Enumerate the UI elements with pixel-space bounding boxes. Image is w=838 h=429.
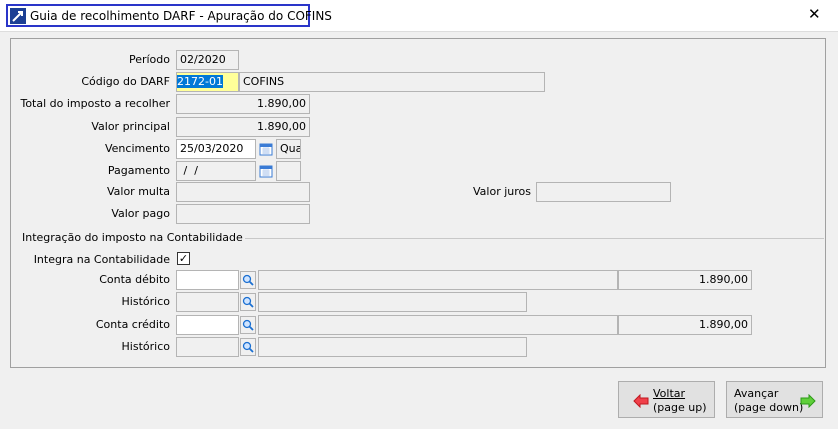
group-label: Integração do imposto na Contabilidade <box>20 231 245 244</box>
credito-amount: 1.890,00 <box>618 315 752 335</box>
periodo-label: Período <box>128 53 170 66</box>
debito-desc <box>258 270 618 290</box>
calendar-icon[interactable] <box>258 162 274 180</box>
voltar-label: Voltar (page up) <box>653 387 707 415</box>
vencimento-weekday: Qua <box>276 139 301 159</box>
hist2-desc <box>258 337 527 357</box>
debito-field[interactable] <box>176 270 239 290</box>
avancar-line1: Avançar <box>734 387 779 400</box>
credito-field[interactable] <box>176 315 239 335</box>
hist2-label: Histórico <box>121 340 170 353</box>
periodo-field: 02/2020 <box>176 50 239 70</box>
hist2-field[interactable] <box>176 337 239 357</box>
pagamento-field[interactable]: / / <box>176 161 256 181</box>
window-title: Guia de recolhimento DARF - Apuração do … <box>30 9 332 23</box>
avancar-line2: (page down) <box>734 401 804 414</box>
codigo-name-field: COFINS <box>239 72 545 92</box>
search-icon[interactable] <box>240 293 256 311</box>
close-button[interactable]: ✕ <box>808 5 821 23</box>
voltar-line1: Voltar <box>653 387 686 400</box>
app-icon <box>10 8 26 24</box>
multa-label: Valor multa <box>106 185 170 198</box>
vencimento-field[interactable]: 25/03/2020 <box>176 139 256 159</box>
vencimento-label: Vencimento <box>104 142 170 155</box>
search-icon[interactable] <box>240 316 256 334</box>
search-icon[interactable] <box>240 338 256 356</box>
pago-field <box>176 204 310 224</box>
hist1-field[interactable] <box>176 292 239 312</box>
arrow-left-icon <box>633 394 649 408</box>
total-field: 1.890,00 <box>176 94 310 114</box>
arrow-right-icon <box>800 394 816 408</box>
pago-label: Valor pago <box>111 207 170 220</box>
integra-checkbox[interactable]: ✓ <box>177 252 190 265</box>
search-icon[interactable] <box>240 271 256 289</box>
credito-label: Conta crédito <box>95 318 170 331</box>
pagamento-label: Pagamento <box>107 164 170 177</box>
credito-desc <box>258 315 618 335</box>
voltar-button[interactable]: Voltar (page up) <box>618 381 715 418</box>
pagamento-weekday <box>276 161 301 181</box>
calendar-icon[interactable] <box>258 140 274 158</box>
voltar-line2: (page up) <box>653 401 707 414</box>
codigo-label: Código do DARF <box>81 75 170 88</box>
codigo-value: 2172-01 <box>177 75 223 88</box>
juros-label: Valor juros <box>473 185 531 198</box>
total-label: Total do imposto a recolher <box>20 97 170 110</box>
juros-field <box>536 182 671 202</box>
multa-field <box>176 182 310 202</box>
integra-label: Integra na Contabilidade <box>33 253 170 266</box>
hist1-desc <box>258 292 527 312</box>
debito-label: Conta débito <box>99 273 170 286</box>
codigo-field[interactable]: 2172-01 <box>176 72 239 92</box>
principal-field: 1.890,00 <box>176 117 310 137</box>
avancar-button[interactable]: Avançar (page down) <box>726 381 823 418</box>
hist1-label: Histórico <box>121 295 170 308</box>
avancar-label: Avançar (page down) <box>734 387 803 415</box>
debito-amount: 1.890,00 <box>618 270 752 290</box>
principal-label: Valor principal <box>91 120 170 133</box>
